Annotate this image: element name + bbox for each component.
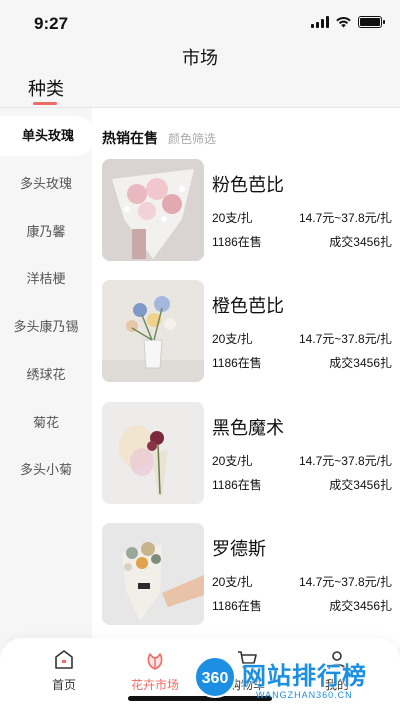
product-spec: 20支/扎: [212, 575, 253, 589]
status-time: 9:27: [34, 14, 69, 33]
watermark-text: 网站排行榜: [242, 663, 367, 690]
sidebar-item-multi-chrysanthemum[interactable]: 多头小菊: [0, 450, 92, 490]
cellular-signal-icon: [311, 16, 329, 28]
sidebar-item-hydrangea[interactable]: 绣球花: [0, 355, 92, 395]
nav-item-flower-market[interactable]: 花卉市场: [120, 648, 190, 693]
home-icon: [55, 650, 73, 669]
product-card[interactable]: 罗德斯 20支/扎 14.7元~37.8元/扎 1186在售 成交3456扎: [102, 523, 392, 627]
section-title: 热销在售: [102, 130, 158, 146]
product-price: 14.7元~37.8元/扎: [298, 332, 392, 346]
single-flower-photo: [102, 402, 204, 504]
product-deals: 成交3456扎: [329, 356, 392, 370]
watermark-badge: 360: [194, 656, 236, 698]
product-stock: 1186在售: [212, 478, 262, 492]
product-deals: 成交3456扎: [329, 235, 392, 249]
product-name: 罗德斯: [212, 539, 266, 559]
tab-category[interactable]: 种类: [28, 75, 64, 101]
product-stock: 1186在售: [212, 235, 262, 249]
category-sidebar: 单头玫瑰 多头玫瑰 康乃馨 洋桔梗 多头康乃锡 绣球花 菊花 多头小菊: [0, 108, 96, 648]
sidebar-item-chrysanthemum[interactable]: 菊花: [0, 403, 92, 443]
sidebar-item-carnation[interactable]: 康乃馨: [0, 212, 92, 252]
sidebar-item-multi-rose[interactable]: 多头玫瑰: [0, 164, 92, 204]
wifi-icon: [336, 16, 351, 28]
watermark-url: WANGZHAN360.CN: [256, 690, 353, 700]
product-price: 14.7元~37.8元/扎: [298, 454, 392, 468]
product-deals: 成交3456扎: [329, 599, 392, 613]
product-spec: 20支/扎: [212, 211, 253, 225]
product-card[interactable]: 橙色芭比 20支/扎 14.7元~37.8元/扎 1186在售 成交3456扎: [102, 280, 392, 384]
nav-label: 首页: [51, 678, 76, 692]
sidebar-item-eustoma[interactable]: 洋桔梗: [0, 259, 92, 299]
product-deals: 成交3456扎: [329, 478, 392, 492]
product-name: 黑色魔术: [212, 418, 284, 438]
color-filter-link[interactable]: 颜色筛选: [168, 130, 216, 147]
status-icons: [311, 16, 385, 28]
nav-item-home[interactable]: 首页: [29, 648, 99, 693]
sidebar-item-multi-carnation[interactable]: 多头康乃锡: [0, 307, 92, 347]
watermark: 360 网站排行榜 WANGZHAN360.CN: [194, 652, 400, 708]
flower-icon: [147, 653, 163, 670]
battery-icon: [358, 16, 385, 28]
product-spec: 20支/扎: [212, 454, 253, 468]
pink-bouquet-photo: [102, 159, 204, 261]
product-name: 粉色芭比: [212, 175, 284, 195]
page-title: 市场: [182, 48, 218, 68]
vase-flowers-photo: [102, 280, 204, 382]
product-stock: 1186在售: [212, 599, 262, 613]
status-bar: 9:27: [0, 0, 400, 44]
tab-underline: [33, 102, 57, 105]
product-stock: 1186在售: [212, 356, 262, 370]
sidebar-item-single-rose[interactable]: 单头玫瑰: [0, 116, 96, 156]
product-list-panel: 热销在售 颜色筛选 粉色芭比 20支/扎 14.7元~37.8元/扎 1186在…: [92, 108, 400, 648]
product-name: 橙色芭比: [212, 296, 284, 316]
hand-bouquet-photo: [102, 523, 204, 625]
product-spec: 20支/扎: [212, 332, 253, 346]
product-price: 14.7元~37.8元/扎: [298, 575, 392, 589]
product-price: 14.7元~37.8元/扎: [298, 211, 392, 225]
product-card[interactable]: 黑色魔术 20支/扎 14.7元~37.8元/扎 1186在售 成交3456扎: [102, 402, 392, 506]
nav-label: 花卉市场: [130, 678, 179, 692]
product-card[interactable]: 粉色芭比 20支/扎 14.7元~37.8元/扎 1186在售 成交3456扎: [102, 159, 392, 263]
